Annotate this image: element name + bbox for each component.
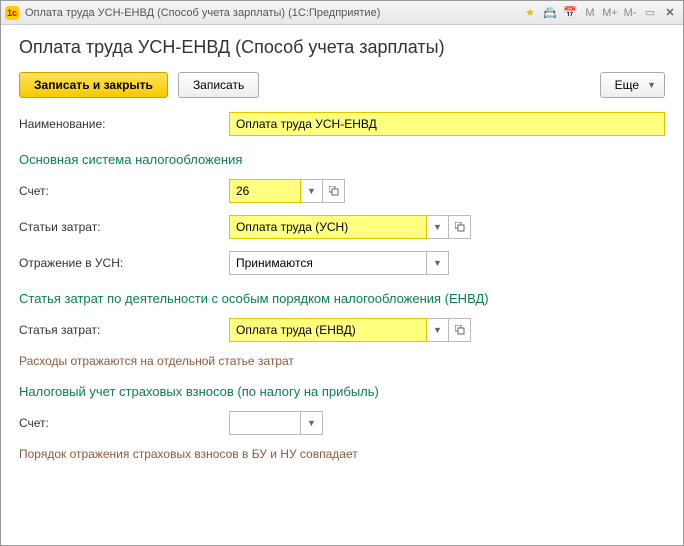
save-and-close-button[interactable]: Записать и закрыть bbox=[19, 72, 168, 98]
account-dropdown-icon[interactable]: ▼ bbox=[301, 179, 323, 203]
envd-cost-item-label: Статья затрат: bbox=[19, 323, 229, 337]
toolbar: Записать и закрыть Записать Еще ▼ bbox=[19, 72, 665, 98]
favorite-icon[interactable]: ★ bbox=[521, 5, 539, 21]
account-picker-icon[interactable] bbox=[323, 179, 345, 203]
account-combo[interactable]: 26 ▼ bbox=[229, 179, 345, 203]
section-main-tax-title: Основная система налогообложения bbox=[19, 152, 665, 167]
cost-items-label: Статьи затрат: bbox=[19, 220, 229, 234]
app-logo-icon: 1c bbox=[5, 6, 19, 20]
account-label: Счет: bbox=[19, 184, 229, 198]
name-label: Наименование: bbox=[19, 117, 229, 131]
usn-reflection-combo[interactable]: Принимаются ▼ bbox=[229, 251, 449, 275]
insurance-account-dropdown-icon[interactable]: ▼ bbox=[301, 411, 323, 435]
insurance-account-value[interactable] bbox=[229, 411, 301, 435]
cost-items-combo[interactable]: Оплата труда (УСН) ▼ bbox=[229, 215, 471, 239]
memory-mplus-button[interactable]: M+ bbox=[601, 5, 619, 21]
cost-items-picker-icon[interactable] bbox=[449, 215, 471, 239]
window-titlebar: 1c Оплата труда УСН-ЕНВД (Способ учета з… bbox=[1, 1, 683, 25]
calendar-icon[interactable]: 📅 bbox=[561, 5, 579, 21]
envd-note: Расходы отражаются на отдельной статье з… bbox=[19, 354, 665, 368]
save-button[interactable]: Записать bbox=[178, 72, 259, 98]
account-value[interactable]: 26 bbox=[229, 179, 301, 203]
insurance-account-label: Счет: bbox=[19, 416, 229, 430]
usn-reflection-dropdown-icon[interactable]: ▼ bbox=[427, 251, 449, 275]
envd-cost-item-dropdown-icon[interactable]: ▼ bbox=[427, 318, 449, 342]
cost-items-value[interactable]: Оплата труда (УСН) bbox=[229, 215, 427, 239]
envd-cost-item-value[interactable]: Оплата труда (ЕНВД) bbox=[229, 318, 427, 342]
envd-cost-item-combo[interactable]: Оплата труда (ЕНВД) ▼ bbox=[229, 318, 471, 342]
more-button-label: Еще bbox=[615, 78, 639, 92]
cost-items-dropdown-icon[interactable]: ▼ bbox=[427, 215, 449, 239]
usn-reflection-value[interactable]: Принимаются bbox=[229, 251, 427, 275]
memory-mminus-button[interactable]: M- bbox=[621, 5, 639, 21]
section-insurance-title: Налоговый учет страховых взносов (по нал… bbox=[19, 384, 665, 399]
close-icon[interactable]: ✕ bbox=[661, 5, 679, 21]
calculator-icon[interactable]: 📇 bbox=[541, 5, 559, 21]
memory-m-button[interactable]: M bbox=[581, 5, 599, 21]
chevron-down-icon: ▼ bbox=[647, 80, 656, 90]
section-envd-title: Статья затрат по деятельности с особым п… bbox=[19, 291, 665, 306]
page-title: Оплата труда УСН-ЕНВД (Способ учета зарп… bbox=[19, 37, 665, 58]
name-input[interactable]: Оплата труда УСН-ЕНВД bbox=[229, 112, 665, 136]
insurance-account-combo[interactable]: ▼ bbox=[229, 411, 323, 435]
more-button[interactable]: Еще ▼ bbox=[600, 72, 665, 98]
window-title: Оплата труда УСН-ЕНВД (Способ учета зарп… bbox=[25, 7, 521, 19]
minimize-icon[interactable]: ▭ bbox=[641, 5, 659, 21]
envd-cost-item-picker-icon[interactable] bbox=[449, 318, 471, 342]
usn-reflection-label: Отражение в УСН: bbox=[19, 256, 229, 270]
insurance-note: Порядок отражения страховых взносов в БУ… bbox=[19, 447, 665, 461]
